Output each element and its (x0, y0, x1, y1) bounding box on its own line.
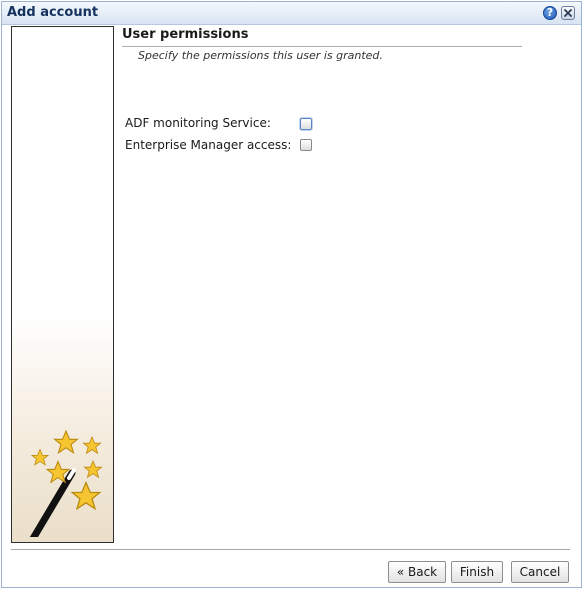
close-icon[interactable] (561, 6, 575, 20)
enterprise-manager-checkbox[interactable] (300, 139, 312, 151)
help-icon[interactable]: ? (543, 6, 557, 20)
footer-divider (11, 549, 570, 550)
dialog-title: Add account (7, 5, 99, 20)
dialog-titlebar: Add account ? (2, 2, 581, 25)
magic-wand-stars-icon (29, 430, 103, 537)
adf-monitoring-checkbox[interactable] (300, 118, 312, 130)
cancel-button[interactable]: Cancel (511, 561, 569, 583)
section-title: User permissions (122, 27, 249, 42)
adf-monitoring-label: ADF monitoring Service: (125, 116, 271, 130)
back-button[interactable]: « Back (388, 561, 446, 583)
section-divider (122, 46, 522, 47)
section-description: Specify the permissions this user is gra… (138, 49, 383, 62)
finish-button[interactable]: Finish (451, 561, 503, 583)
wizard-side-panel (11, 26, 114, 543)
enterprise-manager-label: Enterprise Manager access: (125, 138, 292, 152)
